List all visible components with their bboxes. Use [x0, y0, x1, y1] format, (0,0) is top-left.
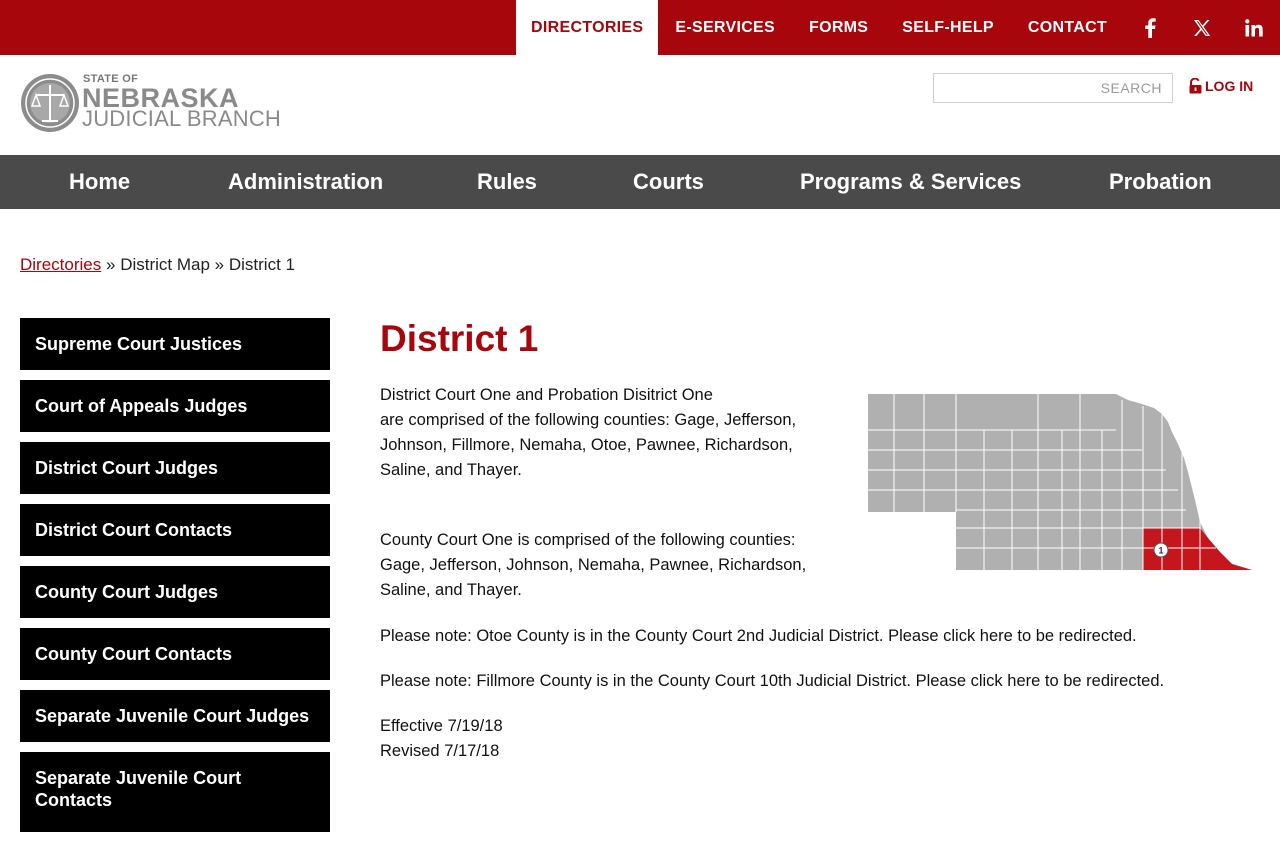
nav-administration[interactable]: Administration	[228, 155, 383, 209]
otoe-county-note: Please note: Otoe County is in the Count…	[380, 627, 1137, 645]
search-box	[933, 73, 1173, 103]
site-logo[interactable]: STATE OF NEBRASKA JUDICIAL BRANCH	[20, 72, 282, 134]
district-court-description-line1: District Court One and Probation Disitri…	[380, 386, 713, 404]
nav-probation[interactable]: Probation	[1109, 155, 1212, 209]
breadcrumb-current: District 1	[228, 255, 295, 274]
county-court-description: County Court One is comprised of the fol…	[380, 531, 807, 599]
fillmore-county-note: Please note: Fillmore County is in the C…	[380, 672, 1165, 690]
x-icon[interactable]	[1176, 0, 1228, 55]
sidebar: Supreme Court Justices Court of Appeals …	[20, 318, 330, 842]
topnav-directories[interactable]: DIRECTORIES	[516, 0, 659, 55]
facebook-icon[interactable]	[1124, 0, 1176, 55]
nebraska-district-map: 1	[868, 394, 1252, 570]
district-court-description-rest: are comprised of the following counties:…	[380, 411, 797, 479]
sidebar-item-court-of-appeals-judges[interactable]: Court of Appeals Judges	[20, 380, 330, 432]
top-nav: DIRECTORIES E-SERVICES FORMS SELF-HELP C…	[516, 0, 1280, 55]
linkedin-icon[interactable]	[1228, 0, 1280, 55]
effective-date: Effective 7/19/18	[380, 717, 503, 735]
revised-date: Revised 7/17/18	[380, 742, 500, 760]
nav-rules[interactable]: Rules	[477, 155, 537, 209]
main-nav: Home Administration Rules Courts Program…	[0, 155, 1280, 209]
effective-revised-dates: Effective 7/19/18 Revised 7/17/18	[380, 714, 680, 764]
sidebar-item-district-court-contacts[interactable]: District Court Contacts	[20, 504, 330, 556]
breadcrumb-separator: »	[105, 255, 116, 274]
logo-judicial-branch: JUDICIAL BRANCH	[82, 106, 281, 131]
page-title: District 1	[380, 318, 539, 359]
sidebar-item-district-court-judges[interactable]: District Court Judges	[20, 442, 330, 494]
login-link[interactable]: LOG IN	[1189, 78, 1253, 94]
breadcrumb-directories-link[interactable]: Directories	[20, 255, 101, 274]
lock-icon	[1189, 78, 1202, 94]
sidebar-item-separate-juvenile-court-judges[interactable]: Separate Juvenile Court Judges	[20, 690, 330, 742]
sidebar-item-supreme-court-justices[interactable]: Supreme Court Justices	[20, 318, 330, 370]
search-input[interactable]	[934, 74, 1172, 102]
topnav-self-help[interactable]: SELF-HELP	[885, 0, 1011, 55]
topnav-forms[interactable]: FORMS	[792, 0, 885, 55]
breadcrumb-district-map: District Map	[120, 255, 210, 274]
nav-programs-services[interactable]: Programs & Services	[800, 155, 1021, 209]
nav-courts[interactable]: Courts	[633, 155, 704, 209]
state-seal-icon	[21, 74, 79, 132]
login-label: LOG IN	[1205, 78, 1254, 94]
topnav-e-services[interactable]: E-SERVICES	[658, 0, 792, 55]
sidebar-item-county-court-judges[interactable]: County Court Judges	[20, 566, 330, 618]
breadcrumb-separator: »	[214, 255, 225, 274]
sidebar-item-separate-juvenile-court-contacts[interactable]: Separate Juvenile Court Contacts	[20, 752, 330, 832]
topnav-contact[interactable]: CONTACT	[1011, 0, 1124, 55]
district-marker-label: 1	[1158, 546, 1163, 556]
breadcrumb: Directories » District Map » District 1	[20, 255, 295, 275]
sidebar-item-county-court-contacts[interactable]: County Court Contacts	[20, 628, 330, 680]
district-court-description: District Court One and Probation Disitri…	[380, 383, 820, 483]
top-utility-bar: DIRECTORIES E-SERVICES FORMS SELF-HELP C…	[0, 0, 1280, 55]
nav-home[interactable]: Home	[69, 155, 130, 209]
